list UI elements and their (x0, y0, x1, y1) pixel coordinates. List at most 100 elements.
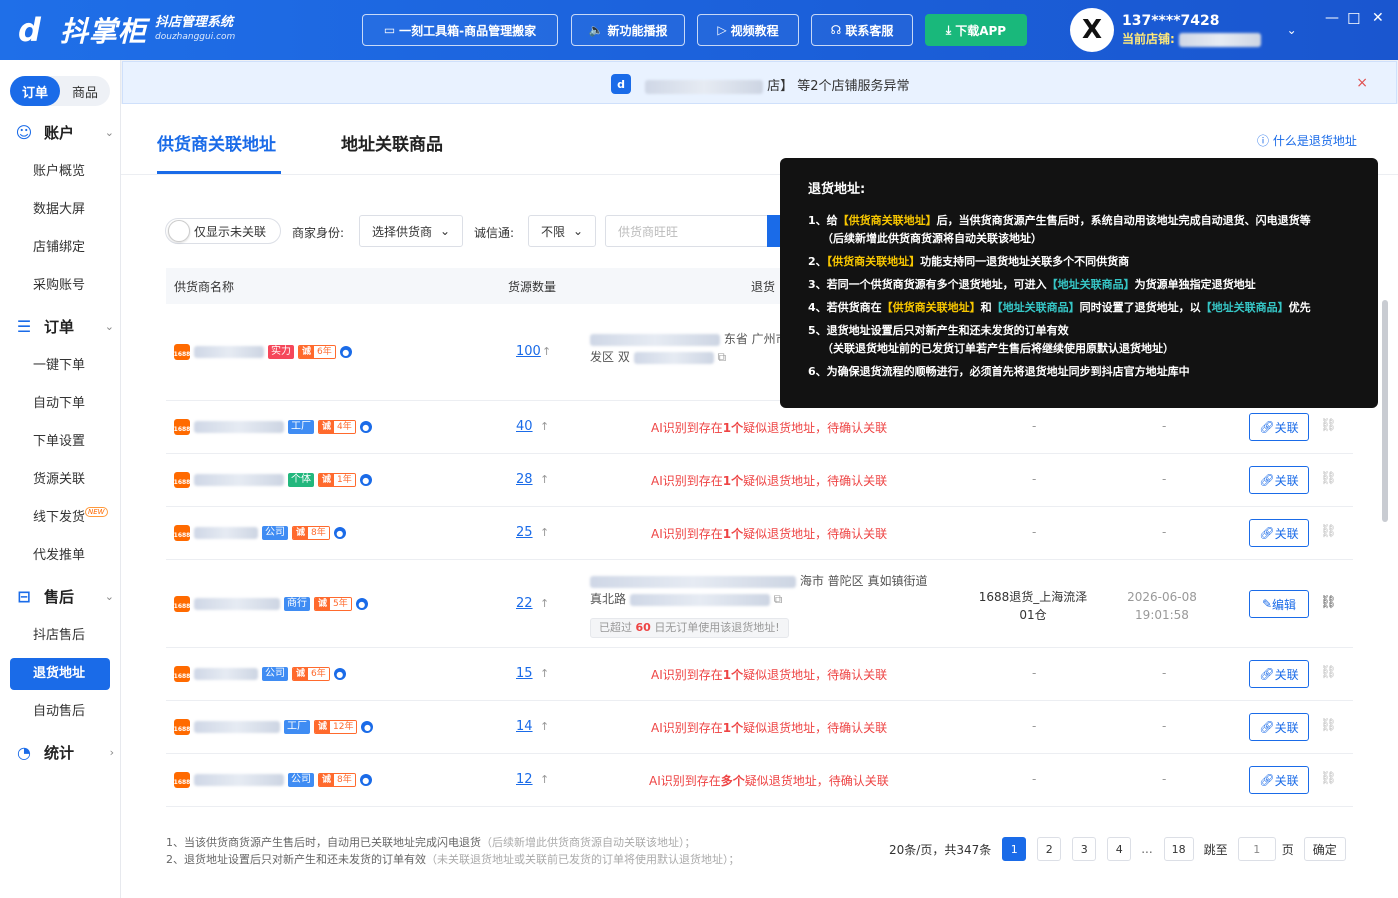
wangwang-chat-icon[interactable]: ● (359, 421, 372, 433)
supplier-name[interactable]: 1688 实力 诚 6年 ● (174, 344, 352, 360)
page-button-4[interactable]: 4 (1107, 837, 1132, 861)
copy-icon[interactable]: ⧉ (717, 350, 726, 364)
sidebar-item-auto-aftersale[interactable]: 自动售后 (10, 696, 110, 728)
link-time-empty: - (1162, 472, 1167, 486)
unlinked-only-toggle[interactable]: 仅显示未关联 (165, 218, 281, 244)
cheng-years: 12年 (330, 721, 357, 733)
link-button[interactable]: 🔗︎ 关联 (1249, 660, 1309, 688)
close-icon[interactable]: × (1356, 75, 1368, 91)
sidebar-item-auto-order[interactable]: 自动下单 (10, 388, 110, 420)
close-window-button[interactable]: ✕ (1372, 10, 1384, 26)
what-is-return-address-link[interactable]: ⓘ 什么是退货地址 (1257, 132, 1357, 149)
sidebar-item-source-link[interactable]: 货源关联 (10, 464, 110, 496)
tooltip-text: 为货源单独指定退货地址 (1134, 278, 1256, 291)
source-count-link[interactable]: 40 (516, 419, 533, 434)
supplier-name[interactable]: 1688 工厂 诚 12年 ● (174, 719, 374, 735)
chengxintong-select[interactable]: 不限 ⌄ (528, 215, 596, 247)
tooltip-line-2: 2、【供货商关联地址】功能支持同一退货地址关联多个不同供货商 (808, 250, 1350, 273)
sidebar-item-dropship-push[interactable]: 代发推单 (10, 540, 110, 572)
source-count-link[interactable]: 12 (516, 772, 533, 787)
copy-icon[interactable]: ⧉ (774, 592, 783, 606)
pie-chart-icon: ◔ (17, 743, 31, 762)
sidebar-item-purchase-account[interactable]: 采购账号 (10, 270, 110, 302)
supplier-name[interactable]: 1688 个体 诚 1年 ● (174, 472, 372, 488)
source-count-link[interactable]: 25 (516, 525, 533, 540)
unlink-icon[interactable]: ⛓ (1320, 471, 1337, 486)
mode-product[interactable]: 商品 (60, 76, 110, 106)
ai-count: 1个 (722, 421, 744, 435)
source-count-link[interactable]: 15 (516, 666, 533, 681)
link-button[interactable]: 🔗︎ 关联 (1249, 766, 1309, 794)
tooltip-highlight: 【供货商关联地址】 (881, 301, 981, 314)
user-menu[interactable]: X 137****7428 当前店铺: ⌄ (1070, 8, 1297, 52)
tooltip-line-1: 1、给【供货商关联地址】后，当供货商货源产生售后时，系统自动用该地址完成自动退货… (808, 209, 1350, 232)
merchant-select-value: 选择供货商 (372, 224, 433, 239)
sidebar-group-aftersale[interactable]: ⊟ 售后 ⌄ (14, 586, 114, 607)
wangwang-chat-icon[interactable]: ● (359, 474, 372, 486)
unlink-icon[interactable]: ⛓ (1320, 418, 1337, 433)
wangwang-chat-icon[interactable]: ● (339, 346, 352, 358)
sidebar-item-data-screen[interactable]: 数据大屏 (10, 194, 110, 226)
footnote-2: 2、退货地址设置后只对新产生和还未发货的订单有效（未关联退货地址或关联前已发货的… (166, 851, 740, 868)
link-button[interactable]: 🔗︎ 关联 (1249, 413, 1309, 441)
jump-confirm-button[interactable]: 确定 (1303, 837, 1346, 861)
merchant-identity-select[interactable]: 选择供货商 ⌄ (359, 215, 463, 247)
edit-button[interactable]: ✎ 编辑 (1249, 590, 1309, 618)
mode-order[interactable]: 订单 (10, 76, 60, 106)
unlink-icon[interactable]: ⛓ (1320, 524, 1337, 539)
source-count-link[interactable]: 14 (516, 719, 533, 734)
supplier-search-input[interactable]: 供货商旺旺 (605, 215, 769, 247)
sidebar-group-account[interactable]: ☺ 账户 ⌄ (14, 122, 114, 143)
wangwang-chat-icon[interactable]: ● (361, 721, 374, 733)
supplier-name[interactable]: 1688 公司 诚 8年 ● (174, 772, 372, 788)
sidebar-item-return-address[interactable]: 退货地址 (10, 658, 110, 690)
download-app-button[interactable]: ⤓ 下载APP (925, 14, 1027, 46)
link-button[interactable]: 🔗︎ 关联 (1249, 466, 1309, 494)
sidebar-item-one-click-order[interactable]: 一键下单 (10, 350, 110, 382)
sidebar-group-order[interactable]: ☰ 订单 ⌄ (14, 316, 114, 337)
sidebar-item-shop-binding[interactable]: 店铺绑定 (10, 232, 110, 264)
sidebar-item-order-settings[interactable]: 下单设置 (10, 426, 110, 458)
new-features-button[interactable]: 🔈 新功能播报 (571, 14, 685, 46)
maximize-button[interactable]: ☐ (1347, 10, 1360, 28)
supplier-name[interactable]: 1688 公司 诚 6年 ● (174, 666, 346, 682)
unlink-icon[interactable]: ⛓ (1320, 718, 1337, 733)
wangwang-chat-icon[interactable]: ● (333, 668, 346, 680)
sidebar-group-statistics[interactable]: ◔ 统计 › (14, 742, 114, 763)
unlink-icon[interactable]: ⛓ (1320, 595, 1337, 610)
supplier-name[interactable]: 1688 商行 诚 5年 ● (174, 596, 368, 612)
notice-text[interactable]: 店】 等2个店铺服务异常 (645, 75, 910, 94)
sidebar-item-shop-aftersale[interactable]: 抖店售后 (10, 620, 110, 652)
tab-supplier-address[interactable]: 供货商关联地址 (157, 130, 276, 155)
source-count-link[interactable]: 22 (516, 596, 533, 611)
link-button[interactable]: 🔗︎ 关联 (1249, 519, 1309, 547)
footnote-1: 1、当该供货商货源产生售后时，自动用已关联地址完成闪电退货（后续新增此供货商货源… (166, 834, 740, 851)
wangwang-chat-icon[interactable]: ● (359, 774, 372, 786)
chevron-down-icon[interactable]: ⌄ (1287, 23, 1297, 37)
supplier-name[interactable]: 1688 公司 诚 8年 ● (174, 525, 346, 541)
page-button-last[interactable]: 18 (1163, 837, 1194, 861)
unlink-icon[interactable]: ⛓ (1320, 771, 1337, 786)
page-button-2[interactable]: 2 (1037, 837, 1062, 861)
page-scrollbar[interactable] (1382, 300, 1388, 522)
link-icon: 🔗︎ (1259, 773, 1275, 787)
source-count-link[interactable]: 100 (516, 344, 541, 359)
source-count-link[interactable]: 28 (516, 472, 533, 487)
jump-page-input[interactable]: 1 (1237, 837, 1276, 861)
sidebar-item-offline-ship[interactable]: 线下发货 NEW (10, 502, 110, 534)
wangwang-chat-icon[interactable]: ● (333, 527, 346, 539)
link-button[interactable]: 🔗︎ 关联 (1249, 713, 1309, 741)
page-button-1[interactable]: 1 (1002, 837, 1027, 861)
video-tutorial-button[interactable]: ▷ 视频教程 (697, 14, 799, 46)
wangwang-chat-icon[interactable]: ● (355, 598, 368, 610)
tab-address-products[interactable]: 地址关联商品 (341, 130, 443, 155)
sidebar-item-account-overview[interactable]: 账户概览 (10, 156, 110, 188)
unlink-icon[interactable]: ⛓ (1320, 665, 1337, 680)
supplier-name[interactable]: 1688 工厂 诚 4年 ● (174, 419, 372, 435)
contact-service-button[interactable]: ☊ 联系客服 (811, 14, 913, 46)
1688-logo-icon: 1688 (174, 772, 190, 788)
minimize-button[interactable]: — (1325, 10, 1339, 26)
footnote-2-gray: （未关联退货地址或关联前已发货的订单将使用默认退货地址）； (426, 853, 740, 866)
toolbox-button[interactable]: ▭ 一刻工具箱-商品管理搬家 (362, 14, 558, 46)
page-button-3[interactable]: 3 (1072, 837, 1097, 861)
